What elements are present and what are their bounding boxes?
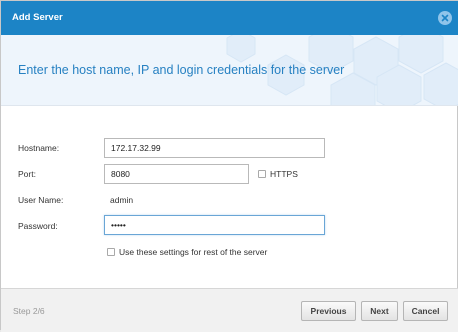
cancel-button[interactable]: Cancel — [403, 301, 448, 321]
port-input[interactable] — [104, 164, 249, 184]
banner-divider — [1, 105, 458, 106]
port-label: Port: — [18, 169, 36, 179]
dialog-title: Add Server — [12, 12, 63, 23]
next-button[interactable]: Next — [361, 301, 398, 321]
add-server-dialog: Add Server Enter the host name, IP and l… — [0, 0, 458, 332]
use-settings-label[interactable]: Use these settings for rest of the serve… — [119, 247, 267, 257]
hostname-input[interactable] — [104, 138, 325, 158]
https-label[interactable]: HTTPS — [270, 169, 298, 179]
password-input[interactable] — [104, 215, 325, 235]
dialog-titlebar: Add Server — [1, 1, 458, 35]
step-indicator: Step 2/6 — [13, 306, 45, 316]
dialog-footer: Step 2/6 Previous Next Cancel — [1, 288, 458, 332]
password-label: Password: — [18, 221, 58, 231]
close-icon[interactable] — [438, 11, 452, 25]
previous-button[interactable]: Previous — [301, 301, 356, 321]
use-settings-checkbox[interactable] — [107, 248, 115, 256]
username-label: User Name: — [18, 195, 64, 205]
hostname-label: Hostname: — [18, 143, 60, 153]
page-heading: Enter the host name, IP and login creden… — [18, 63, 345, 77]
https-checkbox[interactable] — [258, 170, 266, 178]
username-value: admin — [110, 195, 134, 205]
